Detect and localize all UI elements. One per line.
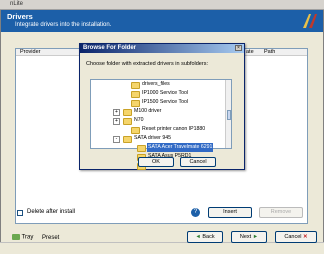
folder-tree-item[interactable]: + M100 driver (91, 107, 231, 116)
folder-icon (123, 136, 132, 143)
folder-tree-item-label: IP1500 Service Tool (142, 99, 189, 105)
page-header: Drivers Integrate drivers into the insta… (1, 10, 323, 32)
tree-scroll-thumb[interactable] (227, 110, 231, 120)
folder-icon (131, 91, 140, 98)
cancel-x-icon: ✕ (303, 234, 308, 240)
folder-icon (131, 127, 140, 134)
folder-tree-item-label: N70 (134, 117, 144, 123)
column-path[interactable]: Path (264, 49, 275, 55)
expand-plus-icon[interactable]: + (113, 109, 120, 116)
next-arrow-icon: ► (252, 234, 259, 240)
window-title: nLite (10, 1, 24, 7)
folder-tree-item[interactable]: + N70 (91, 116, 231, 125)
preset-button[interactable]: Preset (42, 235, 59, 241)
folder-icon (131, 100, 140, 107)
folder-icon (131, 82, 140, 89)
browse-folder-dialog: Browse For Folder × Choose folder with e… (79, 43, 245, 170)
dialog-titlebar: Browse For Folder × (80, 44, 244, 53)
cancel-button[interactable]: Cancel ✕ (275, 231, 317, 243)
dialog-close-icon[interactable]: × (235, 45, 242, 51)
folder-icon (123, 109, 132, 116)
insert-button[interactable]: Insert (208, 207, 252, 218)
back-label: Back (202, 234, 215, 240)
tray-icon (12, 234, 20, 240)
help-icon[interactable]: ? (191, 208, 200, 217)
delete-after-install-checkbox[interactable] (17, 210, 23, 216)
next-button[interactable]: Next ► (231, 231, 267, 243)
delete-after-install-label: Delete after install (27, 209, 76, 215)
folder-tree[interactable]: drivers_files IP1000 Service Tool IP1500 S… (90, 79, 232, 170)
next-label: Next (239, 234, 252, 240)
folder-icon (123, 118, 132, 125)
tray-label: Tray (21, 234, 34, 241)
column-provider[interactable]: Provider (20, 49, 40, 55)
column-date[interactable]: ate (246, 49, 254, 55)
expand-plus-icon[interactable]: + (113, 118, 120, 125)
folder-tree-item-label: Reset printer canon IP1880 (142, 126, 206, 132)
tree-scrollbar[interactable] (225, 80, 231, 148)
nlite-logo-icon (300, 11, 320, 31)
window-titlebar: nLite (0, 0, 324, 10)
folder-tree-item-label: drivers_files (142, 81, 170, 87)
folder-tree-item-label: IP1000 Service Tool (142, 90, 189, 96)
remove-button[interactable]: Remove (259, 207, 303, 218)
folder-tree-item[interactable]: SATA Acer Travelmate 6291 (91, 143, 231, 152)
folder-tree-item-label: SATA driver 945 (134, 135, 171, 141)
footer-bar (0, 242, 324, 254)
collapse-minus-icon[interactable]: - (113, 136, 120, 143)
dialog-ok-button[interactable]: OK (138, 157, 174, 167)
page-subtitle: Integrate drivers into the installation. (15, 22, 112, 28)
folder-icon (137, 145, 146, 152)
folder-tree-item[interactable]: - SATA driver 945 (91, 134, 231, 143)
back-button[interactable]: ◄ Back (187, 231, 223, 243)
tray-button[interactable]: Tray (12, 234, 33, 241)
page-title: Drivers (7, 12, 33, 21)
folder-tree-item-label: SATA Acer Travelmate 6291 (147, 143, 214, 152)
folder-tree-item[interactable]: IP1000 Service Tool (91, 89, 231, 98)
back-arrow-icon: ◄ (195, 234, 201, 240)
folder-tree-item-label: M100 driver (134, 108, 162, 114)
dialog-cancel-button[interactable]: Cancel (180, 157, 216, 167)
folder-tree-item[interactable]: IP1500 Service Tool (91, 98, 231, 107)
folder-tree-item[interactable]: Reset printer canon IP1880 (91, 125, 231, 134)
folder-tree-item[interactable]: drivers_files (91, 80, 231, 89)
cancel-label: Cancel (284, 234, 302, 240)
dialog-instruction: Choose folder with extracted drivers in … (86, 61, 208, 67)
dialog-title: Browse For Folder (83, 45, 137, 51)
